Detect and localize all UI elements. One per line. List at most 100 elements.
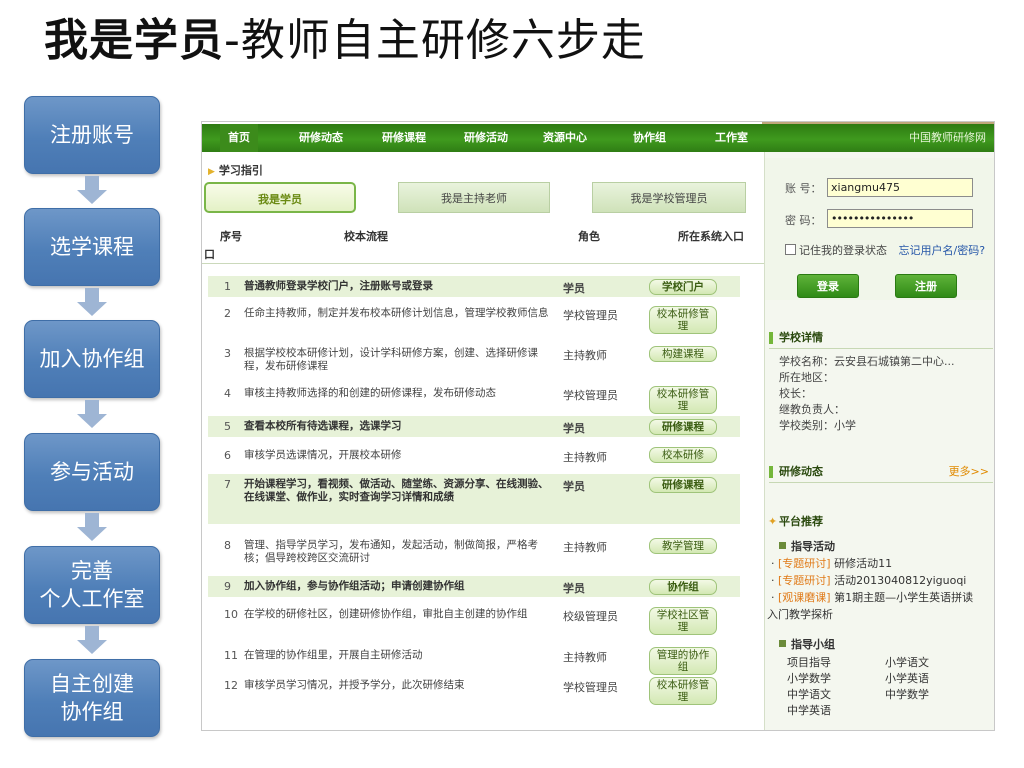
nav-groups[interactable]: 协作组 xyxy=(633,124,666,152)
col-entry: 所在系统入口 xyxy=(678,230,744,243)
remember-row: 记住我的登录状态 忘记用户名/密码? xyxy=(785,244,994,258)
row-desc: 在管理的协作组里，开展自主研修活动 xyxy=(244,649,423,661)
row-role: 主持教师 xyxy=(563,541,607,554)
row-entry-button[interactable]: 研修课程 xyxy=(649,477,717,493)
table-row: 10 在学校的研修社区，创建研修协作组，审批自主创建的协作组 校级管理员 学校社… xyxy=(208,605,740,637)
row-entry-button[interactable]: 管理的协作组 xyxy=(649,647,717,675)
table-row: 6 审核学员选课情况，开展校本研修 主持教师 校本研修 xyxy=(208,444,740,468)
activity-item[interactable]: · [专题研讨] 研修活动11 xyxy=(771,555,993,572)
row-desc: 开始课程学习，看视频、做活动、随堂练、资源分享、在线测验、在线课堂、做作业，实时… xyxy=(244,478,549,503)
activity-item[interactable]: · [专题研讨] 活动2013040812yiguoqi xyxy=(771,572,993,589)
group-link[interactable]: 项目指导 xyxy=(787,654,831,670)
step-4-box: 参与活动 xyxy=(24,433,160,511)
table-row: 3 根据学校校本研修计划，设计学科研修方案，创建、选择研修课程，发布研修课程 主… xyxy=(208,344,740,376)
top-nav-bar: 首页 研修动态 研修课程 研修活动 资源中心 协作组 工作室 中国教师研修网 xyxy=(202,124,994,152)
row-desc: 在学校的研修社区，创建研修协作组，审批自主创建的协作组 xyxy=(244,608,528,620)
down-arrow-icon xyxy=(77,626,107,656)
row-num: 7 xyxy=(224,478,231,491)
title-rest: -教师自主研修六步走 xyxy=(224,15,646,66)
col-process: 校本流程 xyxy=(344,230,388,243)
guide-title-text: 学习指引 xyxy=(218,164,263,177)
account-input[interactable]: xiangmu475 xyxy=(827,178,973,197)
table-row: 2 任命主持教师，制定并发布校本研修计划信息，管理学校教师信息 学校管理员 校本… xyxy=(208,304,740,336)
row-num: 1 xyxy=(224,280,231,293)
tab-student[interactable]: 我是学员 xyxy=(204,182,356,213)
row-role: 校级管理员 xyxy=(563,610,618,623)
down-arrow-icon xyxy=(77,400,107,430)
nav-courses[interactable]: 研修课程 xyxy=(382,124,426,152)
nav-home[interactable]: 首页 xyxy=(220,124,258,152)
site-name[interactable]: 中国教师研修网 xyxy=(909,124,986,152)
slide-title: 我是学员-教师自主研修六步走 xyxy=(44,6,646,76)
row-role: 学员 xyxy=(563,582,585,595)
group-link[interactable]: 中学数学 xyxy=(885,686,929,702)
table-row: 7 开始课程学习，看视频、做活动、随堂练、资源分享、在线测验、在线课堂、做作业，… xyxy=(208,474,740,524)
forgot-link[interactable]: 忘记用户名/密码? xyxy=(899,244,986,257)
tab-school-admin[interactable]: 我是学校管理员 xyxy=(592,182,746,213)
group-link[interactable]: 小学英语 xyxy=(885,670,929,686)
group-link[interactable]: 中学语文 xyxy=(787,686,831,702)
row-desc: 加入协作组，参与协作组活动；申请创建协作组 xyxy=(244,580,465,592)
tab-host-teacher[interactable]: 我是主持老师 xyxy=(398,182,550,213)
login-button[interactable]: 登录 xyxy=(797,274,859,298)
row-role: 学校管理员 xyxy=(563,681,618,694)
row-role: 学员 xyxy=(563,422,585,435)
row-num: 3 xyxy=(224,347,231,360)
col-num: 序号 xyxy=(220,230,242,243)
row-role: 学员 xyxy=(563,282,585,295)
row-num: 2 xyxy=(224,307,231,320)
guide-title: ▶ 学习指引 xyxy=(208,162,263,178)
row-entry-button[interactable]: 教学管理 xyxy=(649,538,717,554)
down-arrow-icon xyxy=(77,288,107,318)
activity-tag: [观课磨课] xyxy=(778,591,831,604)
square-icon xyxy=(779,640,786,647)
col-entry-wrap: 口 xyxy=(204,248,215,261)
row-desc: 查看本校所有待选课程，选课学习 xyxy=(244,420,402,432)
group-link[interactable]: 小学语文 xyxy=(885,654,929,670)
activity-tag: [专题研讨] xyxy=(778,557,831,570)
row-entry-button[interactable]: 协作组 xyxy=(649,579,717,595)
remember-checkbox[interactable] xyxy=(785,244,796,255)
row-desc: 根据学校校本研修计划，设计学科研修方案，创建、选择研修课程，发布研修课程 xyxy=(244,347,538,372)
table-header: 序号 校本流程 角色 所在系统入口 口 xyxy=(202,224,764,264)
school-title-text: 学校详情 xyxy=(779,331,823,344)
group-subtitle-text: 指导小组 xyxy=(791,638,835,651)
table-row: 9 加入协作组，参与协作组活动；申请创建协作组 学员 协作组 xyxy=(208,576,740,597)
row-role: 主持教师 xyxy=(563,349,607,362)
nav-activities[interactable]: 研修活动 xyxy=(464,124,508,152)
row-num: 12 xyxy=(224,679,238,692)
section-bar xyxy=(769,466,773,478)
row-entry-button[interactable]: 校本研修管理 xyxy=(649,677,717,705)
row-entry-button[interactable]: 学校社区管理 xyxy=(649,607,717,635)
row-role: 学员 xyxy=(563,480,585,493)
remember-label: 记住我的登录状态 xyxy=(799,244,887,257)
title-bold: 我是学员 xyxy=(44,15,224,66)
password-input[interactable]: ••••••••••••••• xyxy=(827,209,973,228)
activity-item[interactable]: · [观课磨课] 第1期主题—小学生英语拼读 xyxy=(771,589,993,606)
row-entry-button[interactable]: 研修课程 xyxy=(649,419,717,435)
star-icon: ✦ xyxy=(768,515,778,528)
row-entry-button[interactable]: 学校门户 xyxy=(649,279,717,295)
school-type: 学校类别：小学 xyxy=(779,419,856,432)
more-link[interactable]: 更多>> xyxy=(949,462,989,482)
learning-guide-panel: ▶ 学习指引 我是学员 我是主持老师 我是学校管理员 序号 校本流程 角色 所在系… xyxy=(202,152,764,730)
recommend-title-text: 平台推荐 xyxy=(779,515,823,528)
nav-resources[interactable]: 资源中心 xyxy=(543,124,587,152)
login-box: 账 号： xiangmu475 密 码： ••••••••••••••• 记住我… xyxy=(765,158,994,300)
password-label: 密 码： xyxy=(785,214,822,227)
register-button[interactable]: 注册 xyxy=(895,274,957,298)
group-link[interactable]: 中学英语 xyxy=(787,702,831,718)
school-region: 所在地区： xyxy=(779,371,834,384)
row-entry-button[interactable]: 校本研修 xyxy=(649,447,717,463)
table-row: 8 管理、指导学员学习，发布通知，发起活动，制做简报，严格考核；倡导跨校跨区交流… xyxy=(208,534,740,566)
row-entry-button[interactable]: 校本研修管理 xyxy=(649,306,717,334)
row-entry-button[interactable]: 构建课程 xyxy=(649,346,717,362)
activity-subtitle: 指导活动 xyxy=(779,538,835,554)
row-entry-button[interactable]: 校本研修管理 xyxy=(649,386,717,414)
group-link[interactable]: 小学数学 xyxy=(787,670,831,686)
activity-item-wrap[interactable]: 入门教学探析 xyxy=(767,606,989,623)
nav-studio[interactable]: 工作室 xyxy=(715,124,748,152)
school-principal: 校长： xyxy=(779,387,812,400)
table-row: 5 查看本校所有待选课程，选课学习 学员 研修课程 xyxy=(208,416,740,437)
nav-news[interactable]: 研修动态 xyxy=(299,124,343,152)
